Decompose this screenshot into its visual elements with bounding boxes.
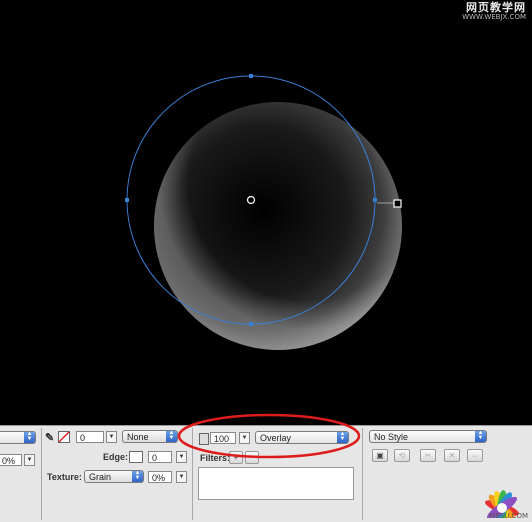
stroke-size-arrow[interactable]: ▼: [106, 431, 117, 443]
colorful-logo-icon: [484, 490, 520, 518]
edge-value-field[interactable]: 0: [148, 451, 172, 463]
break-link-icon[interactable]: ✂: [420, 449, 436, 462]
edge-swatch[interactable]: [129, 451, 143, 463]
style-options-icon[interactable]: ⇔: [467, 449, 483, 462]
fill-options-select[interactable]: ▲ ▼: [0, 431, 36, 444]
watermark-title: 网页教学网: [466, 1, 526, 14]
glow-rim: [154, 102, 402, 350]
fill-edge-text: 0%: [2, 456, 16, 466]
stroke-size-text: 0: [80, 433, 86, 443]
dropdown-arrow-icon: ▲ ▼: [475, 431, 486, 442]
anchor-bottom[interactable]: [249, 322, 253, 326]
redefine-style-icon[interactable]: ⟲: [394, 449, 410, 462]
anchor-top[interactable]: [249, 74, 253, 78]
divider: [41, 428, 42, 520]
texture-text: Grain: [89, 472, 112, 482]
new-style-icon[interactable]: ▣: [372, 449, 388, 462]
stroke-size-field[interactable]: 0: [76, 431, 104, 443]
filters-list[interactable]: [198, 467, 354, 500]
fill-edge-arrow[interactable]: ▼: [24, 454, 35, 466]
delete-style-icon[interactable]: ✕: [444, 449, 460, 462]
stroke-type-select[interactable]: None ▲ ▼: [122, 430, 178, 443]
anchor-left[interactable]: [125, 198, 129, 202]
no-stroke-swatch-icon[interactable]: [58, 431, 70, 443]
stroke-type-text: None: [127, 432, 149, 442]
rotation-handle[interactable]: [393, 199, 402, 208]
style-text: No Style: [374, 432, 409, 442]
style-select[interactable]: No Style ▲ ▼: [369, 430, 487, 443]
edge-value-text: 0: [152, 453, 158, 463]
edge-label: Edge:: [103, 452, 129, 462]
highlight-oval: [177, 413, 361, 459]
texture-select[interactable]: Grain ▲ ▼: [84, 470, 144, 483]
document-canvas[interactable]: 网页教学网 WWW.WEBJX.COM: [0, 0, 532, 425]
anchor-right[interactable]: [373, 198, 377, 202]
texture-amount-field[interactable]: 0%: [148, 471, 172, 483]
texture-label: Texture:: [47, 472, 82, 482]
fill-edge-value[interactable]: 0%: [0, 454, 22, 466]
dropdown-arrow-icon: ▲ ▼: [132, 471, 143, 482]
canvas-artwork: [125, 74, 402, 350]
pencil-icon: ✎: [45, 432, 55, 444]
texture-amount-text: 0%: [152, 473, 166, 483]
watermark: 网页教学网 WWW.WEBJX.COM: [462, 2, 526, 21]
bottom-watermark: MBSU.COM: [489, 512, 528, 520]
texture-amount-arrow[interactable]: ▼: [176, 471, 187, 483]
dropdown-arrow-icon: ▲ ▼: [24, 432, 35, 443]
watermark-url: WWW.WEBJX.COM: [462, 13, 526, 21]
